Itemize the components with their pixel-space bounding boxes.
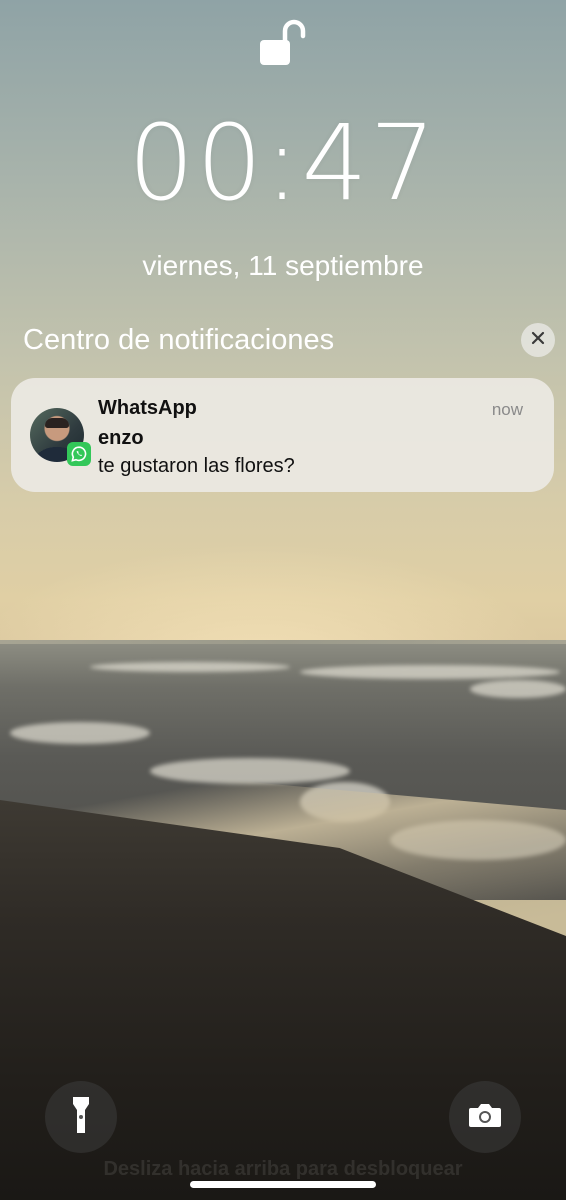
- wave-foam: [300, 665, 560, 679]
- notification-sender: enzo: [98, 427, 144, 449]
- unlocked-padlock-icon: [258, 18, 308, 70]
- horizon: [0, 640, 566, 644]
- flashlight-button[interactable]: [45, 1081, 117, 1153]
- wave-foam: [470, 680, 566, 698]
- camera-button[interactable]: [449, 1081, 521, 1153]
- whatsapp-icon: [67, 442, 91, 466]
- wave-foam: [90, 662, 290, 672]
- flashlight-icon: [72, 1095, 90, 1140]
- wave-foam: [10, 722, 150, 744]
- notification-time: now: [491, 400, 523, 419]
- notification-message: te gustaron las flores?: [98, 455, 295, 477]
- home-indicator[interactable]: [190, 1181, 376, 1188]
- lockscreen-time: 00:47: [128, 102, 438, 224]
- camera-icon: [468, 1102, 502, 1133]
- clear-notifications-button[interactable]: [521, 323, 555, 357]
- notification-app-name: WhatsApp: [98, 397, 197, 419]
- lockscreen-date: viernes, 11 septiembre: [142, 250, 424, 281]
- whatsapp-notification[interactable]: WhatsApp now enzo te gustaron las flores…: [11, 378, 554, 492]
- swipe-to-unlock-hint: Desliza hacia arriba para desbloquear: [103, 1158, 463, 1180]
- close-icon: [531, 331, 545, 350]
- notification-center-title: Centro de notificaciones: [23, 324, 335, 356]
